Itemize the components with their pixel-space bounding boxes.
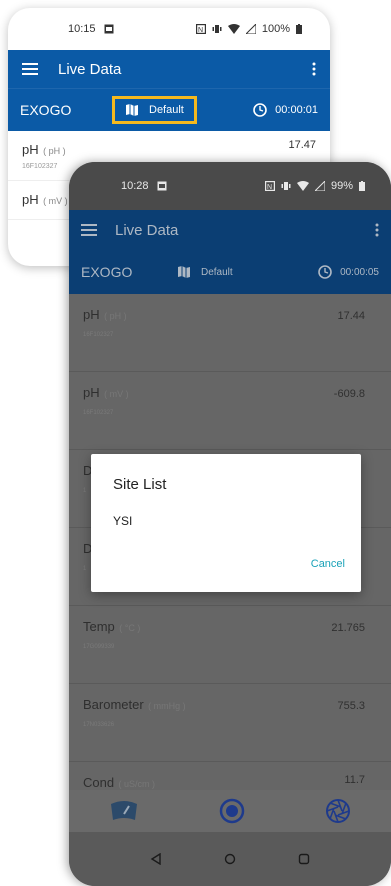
parameter-unit: ( pH ) — [104, 311, 127, 321]
parameter-value: 17.44 — [337, 310, 365, 322]
log-timer: 00:00:01 — [253, 103, 318, 117]
back-icon[interactable] — [150, 853, 162, 865]
status-time: 10:28 — [121, 180, 149, 192]
timer-value: 00:00:05 — [340, 266, 379, 278]
recents-icon[interactable] — [298, 853, 310, 865]
bottom-navigation — [69, 790, 391, 832]
signal-icon — [245, 24, 256, 34]
aperture-icon[interactable] — [325, 798, 351, 824]
site-profile-button[interactable]: Default — [112, 96, 197, 124]
device-bar: EXOGO Default 00:00:01 — [8, 88, 330, 131]
map-icon — [125, 103, 139, 117]
device-bar: EXOGO Default 00:00:05 — [69, 250, 391, 294]
list-item[interactable]: Temp ( °C ) 17G099339 21.765 — [69, 606, 391, 684]
parameter-value: 21.765 — [331, 622, 365, 634]
battery-icon — [359, 181, 365, 191]
page-title: Live Data — [115, 221, 179, 239]
parameter-unit: ( uS/cm ) — [118, 779, 156, 789]
vibrate-icon — [281, 181, 291, 191]
parameter-unit: ( pH ) — [43, 146, 66, 156]
svg-text:N: N — [267, 184, 272, 191]
parameter-value: -609.8 — [333, 388, 365, 400]
nfc-icon: N — [195, 24, 206, 34]
sensor-serial: 17N033626 — [83, 722, 115, 728]
site-profile-label: Default — [149, 104, 184, 116]
battery-icon — [296, 24, 302, 34]
image-notification-icon — [157, 181, 167, 191]
app-bar: Live Data — [69, 210, 391, 250]
wifi-icon — [227, 24, 240, 34]
status-time: 10:15 — [68, 23, 96, 35]
site-profile-button[interactable]: Default — [177, 265, 233, 279]
app-bar: Live Data — [8, 50, 330, 88]
parameter-name: pH — [22, 192, 39, 207]
parameter-name: Temp — [83, 619, 115, 634]
parameter-unit: ( °C ) — [119, 623, 141, 633]
status-bar: 10:15 N 100% — [8, 8, 330, 50]
menu-icon[interactable] — [81, 224, 97, 236]
more-options-icon[interactable] — [375, 223, 379, 237]
nfc-icon: N — [264, 181, 275, 191]
dialog-title: Site List — [113, 476, 167, 493]
device-name: EXOGO — [81, 264, 133, 280]
signal-icon — [314, 181, 325, 191]
parameter-unit: ( mV ) — [104, 389, 129, 399]
battery-percent: 99% — [330, 180, 353, 192]
status-bar: 10:28 N 99% — [69, 162, 391, 210]
clock-icon — [253, 103, 267, 117]
parameter-name: Cond — [83, 775, 115, 790]
site-profile-label: Default — [201, 266, 233, 278]
map-icon — [177, 265, 191, 279]
wifi-icon — [296, 181, 309, 191]
vibrate-icon — [212, 24, 222, 34]
cancel-button[interactable]: Cancel — [311, 558, 345, 570]
menu-icon[interactable] — [22, 63, 38, 75]
timer-value: 00:00:01 — [275, 104, 318, 116]
parameter-unit: ( mmHg ) — [148, 701, 186, 711]
sensor-serial: 16F102327 — [83, 410, 114, 416]
sensor-serial: 16F102327 — [83, 332, 114, 338]
page-title: Live Data — [58, 60, 122, 78]
gauge-icon[interactable] — [109, 800, 139, 822]
clock-icon — [318, 265, 332, 279]
parameter-unit: ( mV ) — [43, 196, 68, 206]
home-icon[interactable] — [224, 853, 236, 865]
site-list-dialog: Site List YSI Cancel — [91, 454, 361, 592]
svg-text:N: N — [198, 27, 203, 34]
battery-percent: 100% — [261, 23, 290, 35]
parameter-value: 17.47 — [288, 139, 316, 151]
sensor-serial: 17G099339 — [83, 644, 115, 650]
log-timer: 00:00:05 — [318, 265, 379, 279]
parameter-value: 755.3 — [337, 700, 365, 712]
site-list-item[interactable]: YSI — [113, 514, 132, 528]
more-options-icon[interactable] — [312, 62, 316, 76]
record-icon[interactable] — [219, 798, 245, 824]
parameter-value: 11.7 — [344, 774, 365, 786]
parameter-name: Barometer — [83, 697, 144, 712]
list-item[interactable]: pH ( pH ) 16F102327 17.44 — [69, 294, 391, 372]
list-item[interactable]: Barometer ( mmHg ) 17N033626 755.3 — [69, 684, 391, 762]
parameter-name: pH — [83, 307, 100, 322]
parameter-name: pH — [22, 142, 39, 157]
system-navigation-bar — [69, 832, 391, 886]
parameter-name: pH — [83, 385, 100, 400]
list-item[interactable]: pH ( mV ) 16F102327 -609.8 — [69, 372, 391, 450]
device-name: EXOGO — [20, 102, 72, 118]
image-notification-icon — [104, 24, 114, 34]
